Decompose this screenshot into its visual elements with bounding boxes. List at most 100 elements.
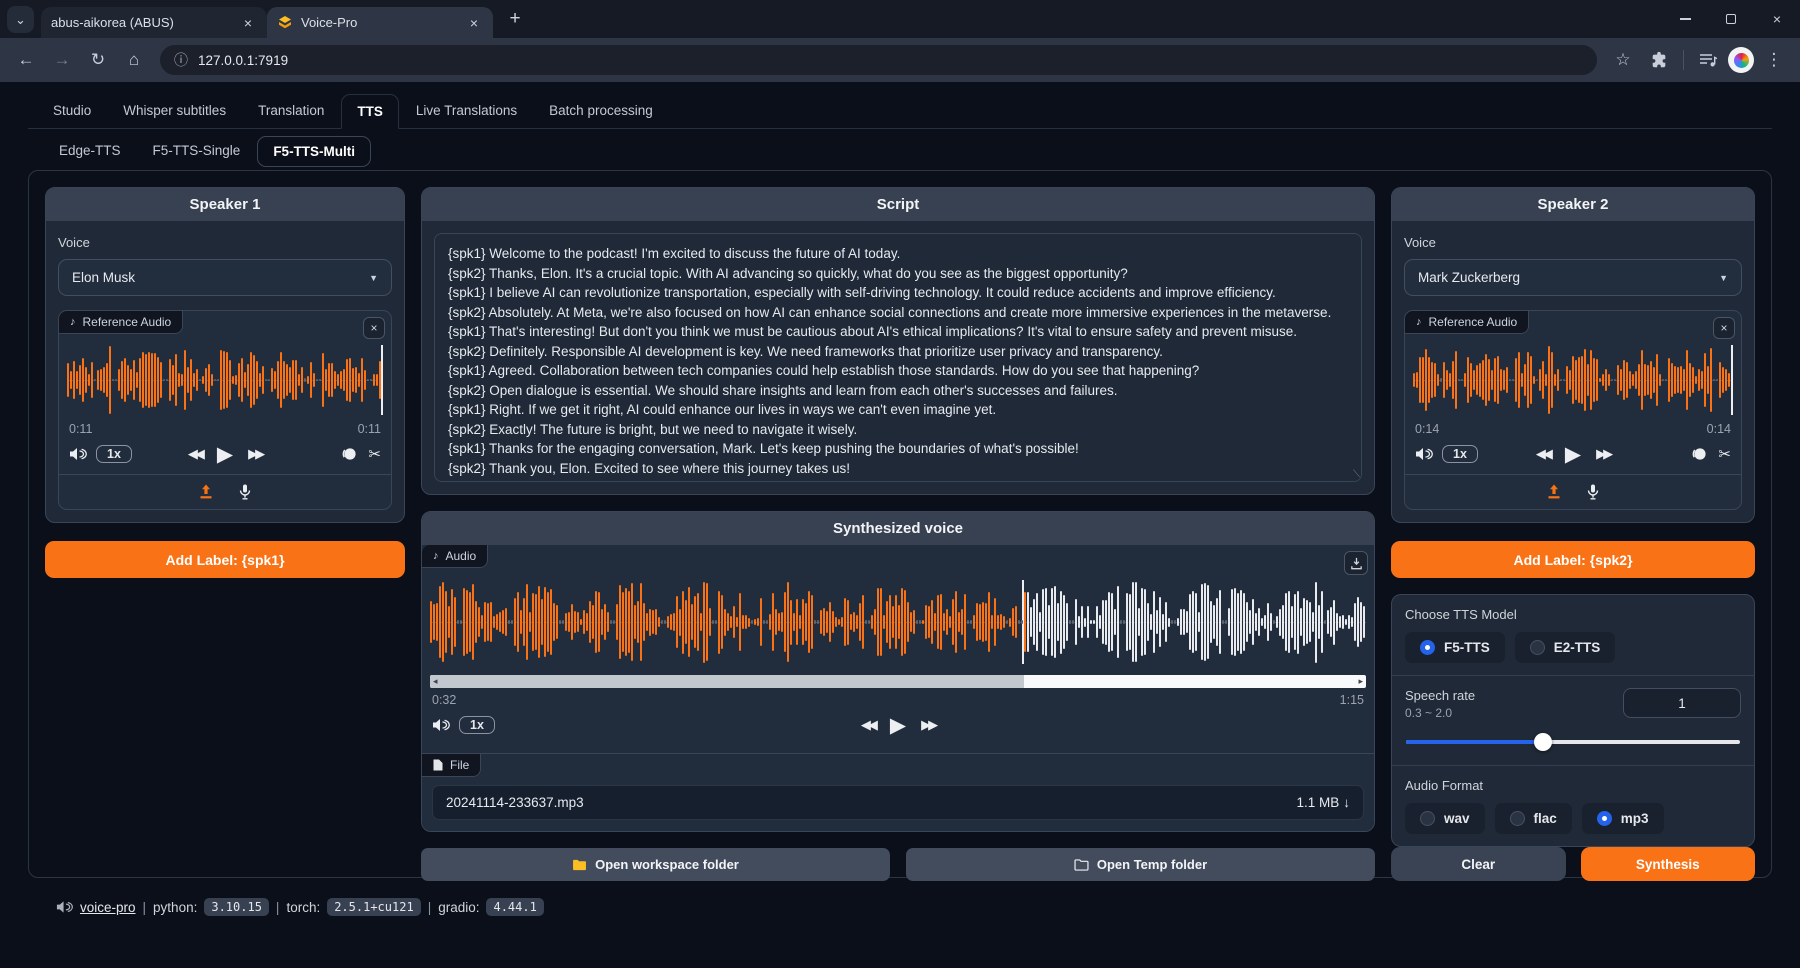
browser-tab[interactable]: abus-aikorea (ABUS) × bbox=[41, 7, 267, 38]
play-button[interactable]: ▶ bbox=[890, 713, 906, 738]
tab-close-icon[interactable]: × bbox=[239, 15, 257, 31]
playhead-cursor[interactable] bbox=[381, 345, 383, 415]
tab-translation[interactable]: Translation bbox=[243, 94, 339, 128]
radio-icon[interactable] bbox=[1597, 811, 1612, 826]
playback-speed-button[interactable]: 1x bbox=[459, 716, 495, 734]
rewind-button[interactable]: ◀◀ bbox=[861, 717, 875, 733]
waveform-bar bbox=[343, 369, 345, 392]
radio-flac[interactable]: flac bbox=[1495, 803, 1572, 834]
tab-close-icon[interactable]: × bbox=[465, 15, 483, 31]
clear-button[interactable]: Clear bbox=[1391, 847, 1566, 881]
download-audio-button[interactable] bbox=[1344, 551, 1368, 575]
fast-forward-button[interactable]: ▶▶ bbox=[248, 446, 262, 462]
clear-audio-button[interactable]: × bbox=[363, 317, 385, 339]
playhead-cursor[interactable] bbox=[1731, 345, 1733, 415]
trim-icon[interactable]: ✂ bbox=[1718, 445, 1731, 463]
maximize-button[interactable] bbox=[1708, 0, 1754, 38]
back-button[interactable]: ← bbox=[10, 44, 42, 76]
volume-button[interactable] bbox=[69, 447, 87, 461]
resize-handle-icon[interactable]: ⟋ bbox=[1353, 469, 1360, 480]
file-download-link[interactable]: 1.1 MB ↓ bbox=[1296, 795, 1350, 810]
audio-source-row bbox=[59, 474, 391, 509]
record-button[interactable] bbox=[1691, 446, 1707, 462]
minimize-button[interactable] bbox=[1662, 0, 1708, 38]
close-window-button[interactable]: × bbox=[1754, 0, 1800, 38]
add-label-spk1-button[interactable]: Add Label: {spk1} bbox=[45, 541, 405, 578]
radio-icon[interactable] bbox=[1510, 811, 1525, 826]
radio-e2-tts[interactable]: E2-TTS bbox=[1515, 632, 1616, 663]
add-label-spk2-button[interactable]: Add Label: {spk2} bbox=[1391, 541, 1755, 578]
gradio-label: gradio: bbox=[438, 900, 479, 915]
slider-thumb[interactable] bbox=[1534, 733, 1552, 751]
waveform-bar bbox=[340, 371, 342, 388]
profile-avatar[interactable] bbox=[1728, 47, 1754, 73]
subtab-edge-tts[interactable]: Edge-TTS bbox=[44, 136, 136, 165]
new-tab-button[interactable]: + bbox=[501, 5, 529, 33]
subtab-f5-tts-multi[interactable]: F5-TTS-Multi bbox=[257, 136, 371, 167]
subtab-f5-tts-single[interactable]: F5-TTS-Single bbox=[138, 136, 256, 165]
synthesized-waveform[interactable] bbox=[430, 577, 1366, 667]
radio-icon[interactable] bbox=[1420, 811, 1435, 826]
volume-button[interactable] bbox=[1415, 447, 1433, 461]
waveform-bar bbox=[1015, 606, 1017, 638]
speaker2-voice-dropdown[interactable]: Mark Zuckerberg ▼ bbox=[1404, 259, 1742, 296]
microphone-button[interactable] bbox=[1586, 484, 1600, 500]
speech-rate-slider[interactable] bbox=[1406, 733, 1740, 751]
waveform-scrollbar[interactable]: ◂ ▸ bbox=[430, 675, 1366, 688]
fast-forward-button[interactable]: ▶▶ bbox=[921, 717, 935, 733]
waveform-bar bbox=[322, 353, 324, 406]
tab-batch-processing[interactable]: Batch processing bbox=[534, 94, 668, 128]
playback-speed-button[interactable]: 1x bbox=[96, 445, 132, 463]
waveform-bar bbox=[1458, 379, 1460, 382]
home-button[interactable]: ⌂ bbox=[118, 44, 150, 76]
site-info-icon[interactable]: ⓘ bbox=[174, 50, 188, 70]
rewind-button[interactable]: ◀◀ bbox=[188, 446, 202, 462]
radio-icon[interactable] bbox=[1530, 640, 1545, 655]
radio-f5-tts[interactable]: F5-TTS bbox=[1405, 632, 1505, 663]
bookmark-star-button[interactable]: ☆ bbox=[1607, 44, 1639, 76]
volume-button[interactable] bbox=[432, 718, 450, 732]
tab-live-translations[interactable]: Live Translations bbox=[401, 94, 532, 128]
file-row[interactable]: 20241114-233637.mp3 1.1 MB ↓ bbox=[432, 785, 1364, 820]
open-temp-folder-button[interactable]: Open Temp folder bbox=[906, 848, 1375, 881]
media-controls-button[interactable] bbox=[1692, 44, 1724, 76]
speaker1-waveform[interactable] bbox=[67, 343, 383, 417]
scroll-left-icon[interactable]: ◂ bbox=[433, 675, 438, 688]
tab-search-button[interactable]: ⌄ bbox=[7, 6, 34, 33]
waveform-bar bbox=[1186, 611, 1188, 633]
radio-icon[interactable] bbox=[1420, 640, 1435, 655]
play-button[interactable]: ▶ bbox=[1565, 442, 1581, 467]
upload-button[interactable] bbox=[1546, 484, 1562, 500]
play-button[interactable]: ▶ bbox=[217, 442, 233, 467]
address-bar[interactable]: ⓘ 127.0.0.1:7919 bbox=[160, 45, 1597, 75]
microphone-button[interactable] bbox=[238, 484, 252, 500]
speech-rate-input[interactable]: 1 bbox=[1623, 688, 1741, 718]
tab-tts[interactable]: TTS bbox=[341, 94, 399, 129]
speaker2-waveform[interactable] bbox=[1413, 343, 1733, 417]
reload-button[interactable]: ↻ bbox=[82, 44, 114, 76]
waveform-bar bbox=[451, 589, 453, 656]
scrollbar-thumb[interactable] bbox=[430, 675, 1024, 688]
forward-button[interactable]: → bbox=[46, 44, 78, 76]
tab-whisper-subtitles[interactable]: Whisper subtitles bbox=[108, 94, 241, 128]
scroll-right-icon[interactable]: ▸ bbox=[1358, 675, 1363, 688]
fast-forward-button[interactable]: ▶▶ bbox=[1596, 446, 1610, 462]
clear-audio-button[interactable]: × bbox=[1713, 317, 1735, 339]
extensions-button[interactable] bbox=[1643, 44, 1675, 76]
radio-mp3[interactable]: mp3 bbox=[1582, 803, 1664, 834]
script-textarea[interactable]: {spk1} Welcome to the podcast! I'm excit… bbox=[434, 233, 1362, 482]
browser-menu-button[interactable]: ⋮ bbox=[1758, 44, 1790, 76]
waveform-bar bbox=[1282, 605, 1284, 639]
browser-tab-active[interactable]: Voice-Pro × bbox=[267, 7, 493, 38]
voice-pro-link[interactable]: voice-pro bbox=[80, 900, 136, 915]
rewind-button[interactable]: ◀◀ bbox=[1536, 446, 1550, 462]
trim-icon[interactable]: ✂ bbox=[368, 445, 381, 463]
synthesis-button[interactable]: Synthesis bbox=[1581, 847, 1756, 881]
record-button[interactable] bbox=[341, 446, 357, 462]
open-workspace-folder-button[interactable]: Open workspace folder bbox=[421, 848, 890, 881]
upload-button[interactable] bbox=[198, 484, 214, 500]
tab-studio[interactable]: Studio bbox=[38, 94, 106, 128]
playback-speed-button[interactable]: 1x bbox=[1442, 445, 1478, 463]
radio-wav[interactable]: wav bbox=[1405, 803, 1485, 834]
speaker1-voice-dropdown[interactable]: Elon Musk ▼ bbox=[58, 259, 392, 296]
